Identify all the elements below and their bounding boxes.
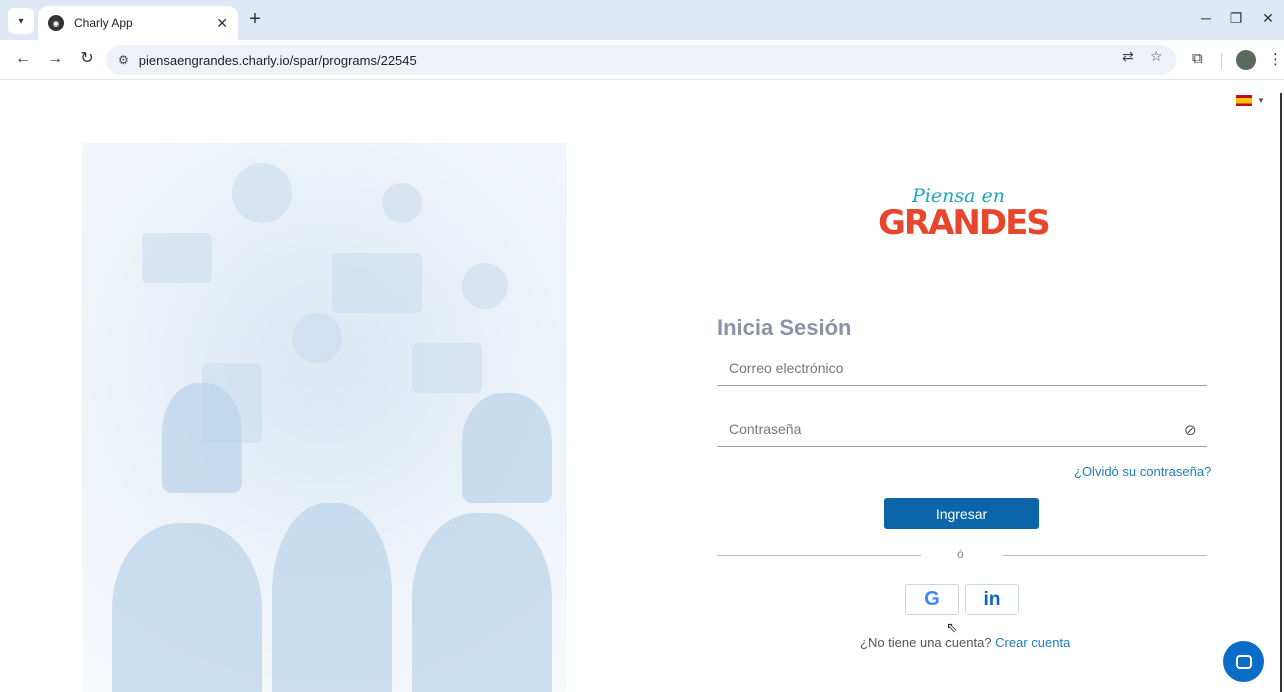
divider-left [717,555,921,556]
browser-tab-bar: ▾ ◉ Charly App ✕ + ─ ❐ ✕ [0,0,1284,40]
page-scrollbar[interactable] [1280,93,1282,692]
no-account-text: ¿No tiene una cuenta? [860,635,992,650]
browser-tab[interactable]: ◉ Charly App ✕ [38,6,238,40]
restore-icon[interactable]: ❐ [1226,10,1246,27]
piensa-en-grandes-logo: Piensa en GRANDES [878,181,1051,243]
google-login-button[interactable]: G [905,584,959,615]
caret-down-icon: ▼ [1257,96,1265,105]
forward-arrow-icon[interactable]: → [44,48,66,70]
minimize-icon[interactable]: ─ [1196,10,1216,26]
reload-icon[interactable]: ↻ [76,48,98,70]
or-separator: ó [957,547,964,561]
email-input[interactable] [717,350,1207,386]
spain-flag-icon [1236,95,1252,106]
menu-kebab-icon[interactable]: ⋮ [1268,50,1283,68]
linkedin-login-button[interactable]: in [965,584,1019,615]
translate-icon[interactable]: ⇄ [1122,48,1134,65]
close-tab-icon[interactable]: ✕ [216,15,228,32]
eye-off-icon[interactable]: ⊘ [1184,421,1197,439]
toolbar-separator [1221,53,1222,69]
charly-favicon-icon: ◉ [48,15,64,31]
password-input[interactable] [717,411,1207,447]
chat-widget-button[interactable] [1223,641,1264,682]
create-account-link[interactable]: Crear cuenta [995,635,1070,650]
language-selector[interactable]: ▼ [1236,95,1265,106]
login-button[interactable]: Ingresar [884,498,1039,529]
logo-word: GRANDES [878,203,1051,243]
browser-toolbar: ← → ↻ ⚙ piensaengrandes.charly.io/spar/p… [0,40,1284,80]
back-arrow-icon[interactable]: ← [12,48,34,70]
hero-illustration [82,143,567,692]
extensions-icon[interactable]: ⧉ [1192,50,1203,67]
url-text[interactable]: piensaengrandes.charly.io/spar/programs/… [139,53,417,68]
profile-avatar[interactable] [1236,50,1256,70]
chevron-down-icon: ▾ [18,15,24,27]
forgot-password-link[interactable]: ¿Olvidó su contraseña? [1074,464,1211,479]
login-title: Inicia Sesión [717,315,852,340]
close-window-icon[interactable]: ✕ [1258,10,1278,27]
signup-prompt: ¿No tiene una cuenta? Crear cuenta [860,635,1070,650]
tab-title: Charly App [74,16,133,30]
login-page: ▼ Piensa en GRANDES Inicia Sesión ⊘ ¿Olv… [0,81,1284,692]
new-tab-button[interactable]: + [244,9,266,31]
site-info-icon[interactable]: ⚙ [118,53,129,67]
linkedin-icon: in [983,588,1001,610]
tab-search-button[interactable]: ▾ [8,8,34,34]
bookmark-star-icon[interactable]: ☆ [1150,48,1163,65]
chat-bubble-icon [1235,654,1252,669]
google-icon: G [924,588,940,610]
mouse-cursor-icon: ⇖ [946,619,958,635]
divider-right [1003,555,1207,556]
address-bar[interactable]: ⚙ piensaengrandes.charly.io/spar/program… [106,45,1176,75]
